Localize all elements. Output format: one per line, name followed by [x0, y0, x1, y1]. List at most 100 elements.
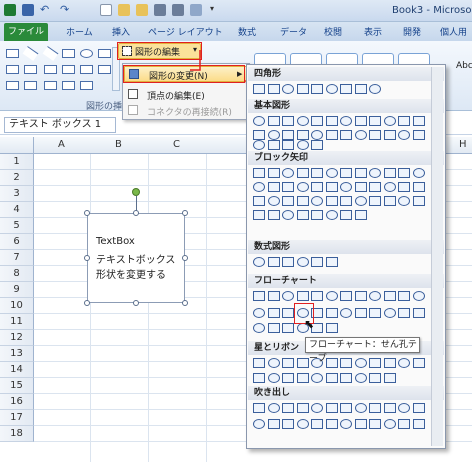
name-box[interactable]: テキスト ボックス 1 — [4, 117, 116, 133]
new-file-icon[interactable] — [100, 4, 112, 16]
gallery-shape-icon[interactable] — [325, 182, 338, 192]
gallery-shape-icon[interactable] — [398, 308, 410, 318]
gallery-shape-icon[interactable] — [253, 257, 265, 267]
gallery-shape-icon[interactable] — [412, 196, 425, 206]
select-all-corner[interactable] — [0, 137, 34, 154]
gallery-shape-icon[interactable] — [253, 196, 265, 206]
gallery-shape-icon[interactable] — [398, 358, 410, 368]
gallery-shape-icon[interactable] — [383, 116, 396, 126]
gallery-shape-icon[interactable] — [253, 168, 265, 178]
tab-personal[interactable]: 個人用 — [440, 25, 467, 38]
gallery-shape-icon[interactable] — [383, 373, 396, 383]
gallery-shape-icon[interactable] — [253, 210, 265, 220]
gallery-shape-icon[interactable] — [398, 182, 410, 192]
gallery-shape-icon[interactable] — [398, 168, 410, 178]
gallery-shape-icon[interactable] — [311, 84, 323, 94]
row-header-6[interactable]: 6 — [0, 234, 34, 250]
ribbon-shape-star-icon[interactable] — [62, 81, 75, 90]
gallery-shape-icon[interactable] — [383, 130, 396, 140]
ribbon-shape-rect-icon[interactable] — [98, 49, 111, 58]
gallery-shape-icon[interactable] — [325, 358, 338, 368]
gallery-shape-icon[interactable] — [369, 84, 381, 94]
gallery-shape-icon[interactable] — [369, 308, 381, 318]
row-header-9[interactable]: 9 — [0, 282, 34, 298]
gallery-shape-icon[interactable] — [369, 358, 381, 368]
gallery-shape-icon[interactable] — [340, 196, 352, 206]
gallery-shape-icon[interactable] — [296, 196, 309, 206]
ribbon-shape-arrow-icon[interactable] — [80, 65, 93, 74]
gallery-shape-icon[interactable] — [369, 182, 381, 192]
gallery-shape-icon[interactable] — [325, 130, 338, 140]
gallery-shape-icon[interactable] — [267, 403, 280, 413]
row-header-17[interactable]: 17 — [0, 410, 34, 426]
gallery-shape-icon[interactable] — [383, 403, 396, 413]
rotation-handle[interactable] — [132, 188, 140, 196]
gallery-shape-icon[interactable] — [325, 168, 338, 178]
gallery-shape-icon[interactable] — [398, 291, 410, 301]
gallery-shape-icon[interactable] — [340, 116, 352, 126]
column-header-a[interactable]: A — [58, 139, 65, 150]
gallery-shape-icon[interactable] — [282, 308, 294, 318]
gallery-shape-icon[interactable] — [282, 130, 294, 140]
gallery-shape-icon[interactable] — [325, 419, 338, 429]
gallery-shape-icon[interactable] — [267, 323, 280, 333]
row-header-10[interactable]: 10 — [0, 298, 34, 314]
gallery-shape-icon[interactable] — [311, 182, 323, 192]
gallery-shape-icon[interactable] — [325, 373, 338, 383]
row-header-5[interactable]: 5 — [0, 218, 34, 234]
gallery-shape-icon[interactable] — [325, 84, 338, 94]
gallery-shape-icon[interactable] — [354, 403, 367, 413]
print-icon[interactable] — [154, 4, 166, 16]
gallery-shape-icon[interactable] — [267, 130, 280, 140]
undo-icon[interactable]: ↶ — [40, 4, 52, 16]
gallery-shape-icon[interactable] — [282, 168, 294, 178]
resize-handle-n[interactable] — [133, 210, 139, 216]
row-header-13[interactable]: 13 — [0, 346, 34, 362]
row-header-8[interactable]: 8 — [0, 266, 34, 282]
gallery-shape-icon[interactable] — [267, 182, 280, 192]
row-header-11[interactable]: 11 — [0, 314, 34, 330]
gallery-shape-icon[interactable] — [369, 168, 381, 178]
gallery-shape-icon[interactable] — [383, 291, 396, 301]
gallery-shape-icon[interactable] — [267, 373, 280, 383]
resize-handle-nw[interactable] — [84, 210, 90, 216]
folder-icon[interactable] — [136, 4, 148, 16]
gallery-shape-icon[interactable] — [267, 210, 280, 220]
gallery-scrollbar[interactable] — [431, 67, 443, 446]
gallery-shape-icon[interactable] — [354, 210, 367, 220]
gallery-shape-icon[interactable] — [267, 358, 280, 368]
gallery-shape-icon[interactable] — [296, 373, 309, 383]
tab-file[interactable]: ファイル — [4, 23, 48, 41]
gallery-shape-icon[interactable] — [412, 116, 425, 126]
gallery-shape-icon[interactable] — [267, 291, 280, 301]
gallery-shape-icon[interactable] — [398, 116, 410, 126]
gallery-shape-icon[interactable] — [369, 291, 381, 301]
preview-icon[interactable] — [172, 4, 184, 16]
gallery-shape-icon[interactable] — [296, 140, 309, 150]
tab-review[interactable]: 校閲 — [324, 25, 342, 38]
gallery-shape-icon[interactable] — [282, 182, 294, 192]
gallery-shape-icon[interactable] — [325, 308, 338, 318]
ribbon-shape-line-icon[interactable] — [42, 46, 59, 61]
column-header-b[interactable]: B — [115, 139, 122, 150]
tab-formulas[interactable]: 数式 — [238, 25, 256, 38]
tab-home[interactable]: ホーム — [66, 25, 93, 38]
gallery-shape-icon[interactable] — [267, 116, 280, 126]
gallery-shape-icon[interactable] — [354, 116, 367, 126]
gallery-shape-icon[interactable] — [383, 308, 396, 318]
gallery-shape-icon[interactable] — [354, 196, 367, 206]
gallery-shape-icon[interactable] — [282, 419, 294, 429]
gallery-shape-icon[interactable] — [311, 257, 323, 267]
gallery-shape-icon[interactable] — [369, 373, 381, 383]
save-icon[interactable] — [22, 4, 34, 16]
row-header-3[interactable]: 3 — [0, 186, 34, 202]
gallery-shape-icon[interactable] — [369, 116, 381, 126]
gallery-shape-icon[interactable] — [340, 291, 352, 301]
gallery-shape-icon[interactable] — [282, 323, 294, 333]
gallery-shape-icon[interactable] — [383, 358, 396, 368]
gallery-shape-icon[interactable] — [311, 140, 323, 150]
gallery-shape-icon[interactable] — [369, 403, 381, 413]
gallery-shape-icon[interactable] — [412, 182, 425, 192]
gallery-shape-icon[interactable] — [267, 168, 280, 178]
ribbon-shape-triangle-icon[interactable] — [24, 65, 37, 74]
